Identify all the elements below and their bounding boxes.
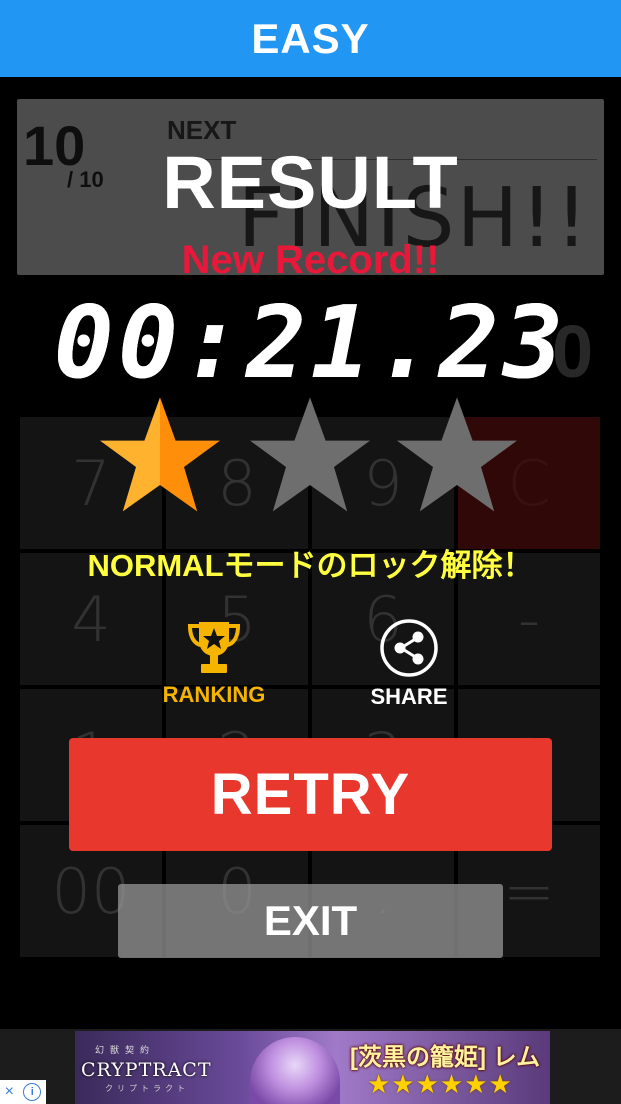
- clear-time: 00:21.23: [53, 284, 568, 401]
- exit-button[interactable]: EXIT: [118, 884, 503, 958]
- trophy-icon: [187, 622, 241, 673]
- star-icon-1: [100, 397, 220, 512]
- new-record-label: New Record!!: [181, 238, 440, 282]
- star-icon-2: [250, 397, 370, 512]
- share-icon: [380, 619, 438, 677]
- share-button[interactable]: SHARE: [350, 618, 468, 710]
- ad-subtitle-small: クリプトラクト: [105, 1084, 189, 1093]
- retry-button[interactable]: RETRY: [69, 738, 552, 851]
- share-label: SHARE: [370, 684, 448, 709]
- ad-banner[interactable]: 幻獣契約 CRYPTRACT クリプトラクト [茨黒の籠姫] レム ★★★★★★: [75, 1031, 550, 1104]
- mode-title: EASY: [251, 14, 370, 62]
- ranking-button[interactable]: RANKING: [155, 618, 273, 708]
- info-icon[interactable]: i: [23, 1083, 42, 1101]
- ad-controls: × i: [0, 1080, 46, 1104]
- ad-title: CRYPTRACT: [81, 1059, 212, 1081]
- ad-subtitle: 幻獣契約: [95, 1045, 156, 1055]
- close-icon[interactable]: ×: [5, 1083, 14, 1101]
- result-title: RESULT: [162, 141, 459, 224]
- ad-character-image: [250, 1037, 340, 1104]
- unlock-message: NORMALモードのロック解除！: [87, 548, 534, 583]
- star-icon-3: [397, 397, 517, 512]
- mode-header: EASY: [0, 0, 621, 77]
- ad-character-name: [茨黒の籠姫] レム: [350, 1044, 541, 1071]
- ranking-label: RANKING: [162, 682, 266, 707]
- star-rating: [100, 395, 520, 515]
- ad-rating: ★★★★★★: [367, 1069, 513, 1099]
